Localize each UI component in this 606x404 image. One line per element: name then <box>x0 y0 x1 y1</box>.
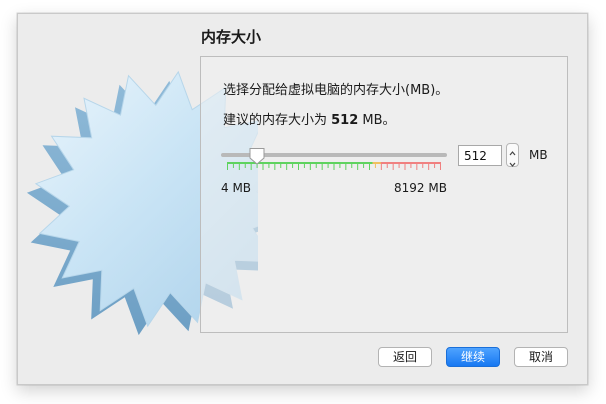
slider-max-label: 8192 MB <box>394 181 447 195</box>
recommended-prefix: 建议的内存大小为 <box>223 113 332 128</box>
continue-button[interactable]: 继续 <box>446 347 500 367</box>
slider-zone-warning <box>372 162 382 164</box>
chevron-down-icon[interactable] <box>507 155 518 167</box>
slider-thumb[interactable] <box>248 147 266 165</box>
recommended-value: 512 <box>331 113 359 128</box>
wizard-dialog: 内存大小 选择分配给虚拟电脑的内存大小(MB)。 建议的内存大小为 512 MB… <box>17 13 588 385</box>
chevron-up-icon[interactable] <box>507 144 518 156</box>
recommended-memory-text: 建议的内存大小为 512 MB。 <box>223 109 396 128</box>
memory-slider[interactable] <box>221 147 447 171</box>
recommended-suffix: MB。 <box>358 113 396 128</box>
memory-size-input[interactable] <box>458 145 502 166</box>
memory-description: 选择分配给虚拟电脑的内存大小(MB)。 <box>223 83 449 98</box>
memory-stepper[interactable] <box>506 143 519 167</box>
cancel-button[interactable]: 取消 <box>514 347 568 367</box>
slider-min-label: 4 MB <box>221 181 252 195</box>
back-button[interactable]: 返回 <box>378 347 432 367</box>
content-panel: 选择分配给虚拟电脑的内存大小(MB)。 建议的内存大小为 512 MB。 4 M… <box>200 56 568 333</box>
memory-unit-label: MB <box>529 148 548 162</box>
page-title: 内存大小 <box>201 28 262 46</box>
